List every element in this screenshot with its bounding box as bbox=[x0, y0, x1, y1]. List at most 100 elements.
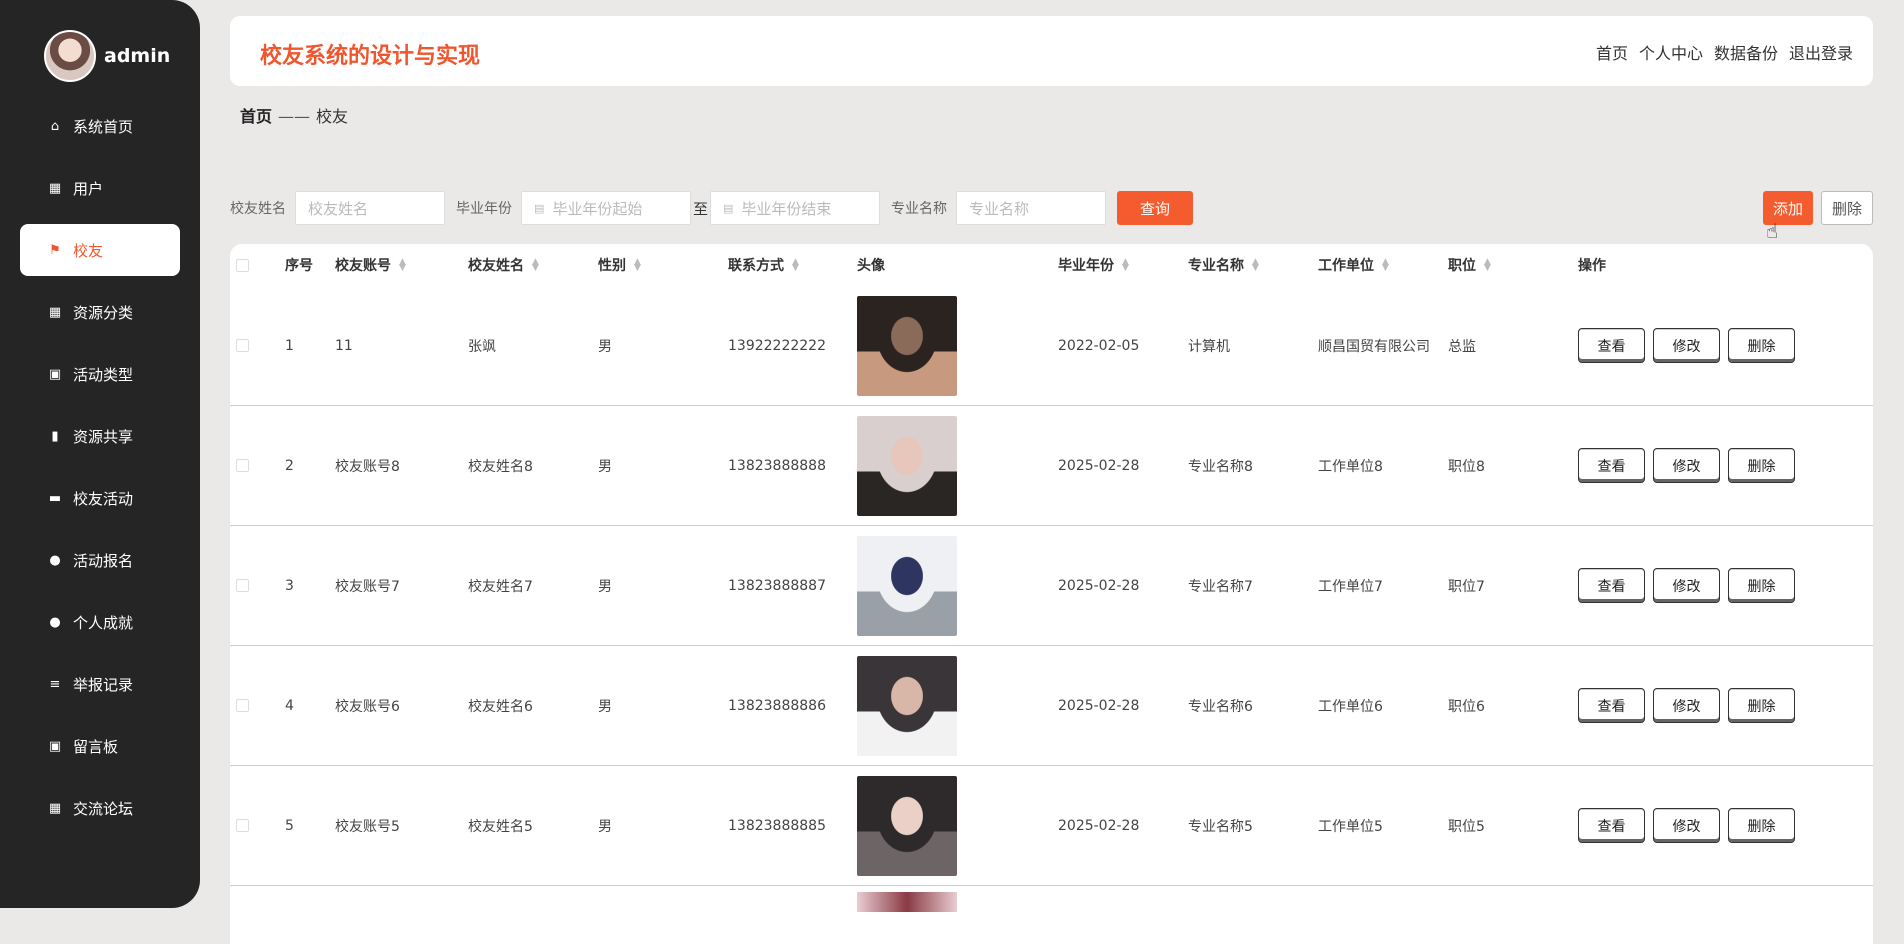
sort-icon[interactable]: ▲ ▼ bbox=[1382, 258, 1389, 273]
cell-gender: 男 bbox=[598, 646, 612, 765]
sidebar-item-1[interactable]: ▦ 用户 bbox=[20, 162, 180, 214]
cell-gender: 男 bbox=[598, 766, 612, 885]
top-header: 校友系统的设计与实现 首页 个人中心 数据备份 退出登录 bbox=[230, 16, 1873, 86]
cell-name-text: 校友姓名6 bbox=[468, 698, 533, 715]
sidebar-item-label: 留言板 bbox=[73, 737, 119, 756]
sidebar-item-3[interactable]: ▦ 资源分类 bbox=[20, 286, 180, 338]
view-button[interactable]: 查看 bbox=[1578, 688, 1645, 723]
query-button[interactable]: 查询 bbox=[1117, 191, 1194, 225]
sliders-icon: ≡ bbox=[49, 676, 61, 692]
cell-photo bbox=[857, 766, 957, 885]
year-end-input[interactable]: ▤ 毕业年份结束 bbox=[710, 191, 881, 225]
delete-button[interactable]: 删除 bbox=[1728, 688, 1795, 723]
sidebar-item-6[interactable]: ▬ 校友活动 bbox=[20, 472, 180, 524]
cell-major: 专业名称8 bbox=[1188, 406, 1253, 525]
header-link-logout[interactable]: 退出登录 bbox=[1789, 40, 1853, 64]
header-link-home[interactable]: 首页 bbox=[1596, 40, 1628, 64]
edit-button[interactable]: 修改 bbox=[1653, 448, 1720, 483]
row-checkbox[interactable] bbox=[236, 766, 249, 885]
edit-button[interactable]: 修改 bbox=[1653, 328, 1720, 363]
major-search-input[interactable]: 专业名称 bbox=[956, 191, 1107, 225]
sort-icon[interactable]: ▲ ▼ bbox=[399, 258, 406, 273]
cell-no: 2 bbox=[285, 406, 294, 525]
sidebar-item-5[interactable]: ▮ 资源共享 bbox=[20, 410, 180, 462]
cell-account-text: 校友账号7 bbox=[335, 578, 400, 595]
column-header-3[interactable]: 性别 ▲ ▼ bbox=[598, 244, 641, 286]
clipboard-icon: ▣ bbox=[48, 738, 62, 754]
sort-icon[interactable]: ▲ ▼ bbox=[1252, 258, 1259, 273]
edit-button[interactable]: 修改 bbox=[1653, 568, 1720, 603]
breadcrumb-home[interactable]: 首页 bbox=[240, 107, 272, 126]
user-profile[interactable]: admin bbox=[44, 30, 170, 82]
cell-position-text: 总监 bbox=[1448, 338, 1476, 355]
cell-no: 4 bbox=[285, 646, 294, 765]
view-button[interactable]: 查看 bbox=[1578, 328, 1645, 363]
view-button[interactable]: 查看 bbox=[1578, 448, 1645, 483]
cell-name-text: 校友姓名8 bbox=[468, 458, 533, 475]
row-checkbox[interactable] bbox=[236, 406, 249, 525]
avatar-photo[interactable] bbox=[857, 775, 957, 876]
avatar-photo[interactable] bbox=[857, 295, 957, 396]
sidebar-item-7[interactable]: ● 活动报名 bbox=[20, 534, 180, 586]
delete-selected-button[interactable]: 删除 bbox=[1821, 191, 1873, 225]
calendar-icon: ▤ bbox=[534, 201, 545, 215]
column-header-7[interactable]: 专业名称 ▲ ▼ bbox=[1188, 244, 1259, 286]
cell-position: 职位5 bbox=[1448, 766, 1485, 885]
grid-icon: ▦ bbox=[48, 180, 62, 196]
cell-no: 1 bbox=[285, 286, 294, 405]
person-icon: ● bbox=[49, 552, 61, 568]
cell-company: 顺昌国贸有限公司 bbox=[1318, 286, 1430, 405]
sort-icon[interactable]: ▲ ▼ bbox=[532, 258, 539, 273]
avatar-photo[interactable] bbox=[857, 415, 957, 516]
column-header-9[interactable]: 职位 ▲ ▼ bbox=[1448, 244, 1491, 286]
column-header-2[interactable]: 校友姓名 ▲ ▼ bbox=[468, 244, 539, 286]
header-link-backup[interactable]: 数据备份 bbox=[1714, 40, 1778, 64]
avatar-photo[interactable] bbox=[857, 535, 957, 636]
name-search-input[interactable]: 校友姓名 bbox=[295, 191, 445, 225]
select-all-checkbox[interactable] bbox=[236, 244, 249, 286]
avatar-photo[interactable] bbox=[857, 655, 957, 756]
sidebar-item-9[interactable]: ≡ 举报记录 bbox=[20, 658, 180, 710]
column-header-6[interactable]: 毕业年份 ▲ ▼ bbox=[1058, 244, 1129, 286]
column-header-4[interactable]: 联系方式 ▲ ▼ bbox=[728, 244, 799, 286]
username: admin bbox=[104, 45, 171, 67]
sidebar-item-4[interactable]: ▣ 活动类型 bbox=[20, 348, 180, 400]
sort-icon[interactable]: ▲ ▼ bbox=[634, 258, 641, 273]
row-checkbox[interactable] bbox=[236, 526, 249, 645]
view-button[interactable]: 查看 bbox=[1578, 568, 1645, 603]
column-header-label: 序号 bbox=[285, 258, 313, 274]
cell-photo bbox=[857, 286, 957, 405]
delete-button[interactable]: 删除 bbox=[1728, 448, 1795, 483]
column-header-label: 校友账号 bbox=[335, 258, 391, 274]
sort-icon[interactable]: ▲ ▼ bbox=[1122, 258, 1129, 273]
sort-icon[interactable]: ▲ ▼ bbox=[1484, 258, 1491, 273]
delete-button[interactable]: 删除 bbox=[1728, 808, 1795, 843]
delete-button[interactable]: 删除 bbox=[1728, 568, 1795, 603]
cell-photo bbox=[857, 406, 957, 525]
cell-name-text: 校友姓名7 bbox=[468, 578, 533, 595]
sidebar-item-2[interactable]: ⚑ 校友 bbox=[20, 224, 180, 276]
view-button[interactable]: 查看 bbox=[1578, 808, 1645, 843]
row-checkbox[interactable] bbox=[236, 286, 249, 405]
delete-button[interactable]: 删除 bbox=[1728, 328, 1795, 363]
sidebar-item-label: 校友 bbox=[73, 241, 104, 260]
cell-name: 校友姓名7 bbox=[468, 526, 533, 645]
cell-name: 张飒 bbox=[468, 286, 496, 405]
cell-major-text: 专业名称7 bbox=[1188, 578, 1253, 595]
sort-icon[interactable]: ▲ ▼ bbox=[792, 258, 799, 273]
edit-button[interactable]: 修改 bbox=[1653, 688, 1720, 723]
column-header-8[interactable]: 工作单位 ▲ ▼ bbox=[1318, 244, 1389, 286]
sidebar-item-10[interactable]: ▣ 留言板 bbox=[20, 720, 180, 772]
cell-name: 校友姓名5 bbox=[468, 766, 533, 885]
sidebar-item-8[interactable]: ● 个人成就 bbox=[20, 596, 180, 648]
breadcrumb-current: 校友 bbox=[316, 107, 349, 126]
row-checkbox[interactable] bbox=[236, 646, 249, 765]
header-link-profile[interactable]: 个人中心 bbox=[1639, 40, 1703, 64]
year-start-input[interactable]: ▤ 毕业年份起始 bbox=[521, 191, 691, 225]
clipboard-icon: ▣ bbox=[48, 366, 62, 382]
avatar[interactable] bbox=[44, 30, 96, 82]
edit-button[interactable]: 修改 bbox=[1653, 808, 1720, 843]
sidebar-item-11[interactable]: ▦ 交流论坛 bbox=[20, 782, 180, 834]
column-header-1[interactable]: 校友账号 ▲ ▼ bbox=[335, 244, 406, 286]
sidebar-item-0[interactable]: ⌂ 系统首页 bbox=[20, 100, 180, 152]
